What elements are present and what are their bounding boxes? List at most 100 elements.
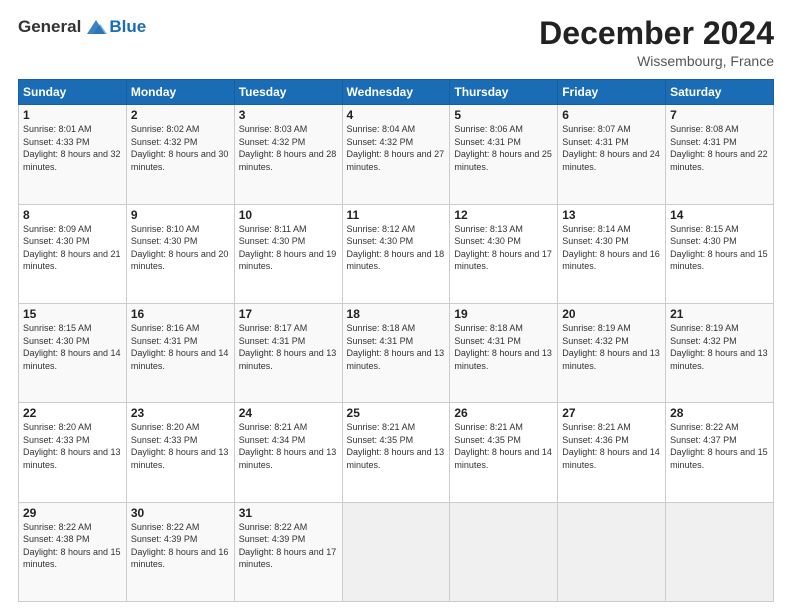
table-row	[342, 502, 450, 601]
table-row: 2 Sunrise: 8:02 AMSunset: 4:32 PMDaylight…	[126, 105, 234, 204]
logo: General Blue	[18, 16, 146, 38]
day-info: Sunrise: 8:15 AMSunset: 4:30 PMDaylight:…	[23, 323, 121, 371]
day-info: Sunrise: 8:08 AMSunset: 4:31 PMDaylight:…	[670, 124, 768, 172]
day-info: Sunrise: 8:22 AMSunset: 4:39 PMDaylight:…	[239, 522, 337, 570]
day-number: 29	[23, 506, 122, 520]
table-row: 18 Sunrise: 8:18 AMSunset: 4:31 PMDayligh…	[342, 303, 450, 402]
table-row: 11 Sunrise: 8:12 AMSunset: 4:30 PMDayligh…	[342, 204, 450, 303]
calendar-body: 1 Sunrise: 8:01 AMSunset: 4:33 PMDaylight…	[19, 105, 774, 602]
calendar-page: General Blue December 2024 Wissembourg, …	[0, 0, 792, 612]
calendar-week-4: 22 Sunrise: 8:20 AMSunset: 4:33 PMDayligh…	[19, 403, 774, 502]
table-row: 13 Sunrise: 8:14 AMSunset: 4:30 PMDayligh…	[558, 204, 666, 303]
day-number: 10	[239, 208, 338, 222]
day-info: Sunrise: 8:01 AMSunset: 4:33 PMDaylight:…	[23, 124, 121, 172]
col-friday: Friday	[558, 80, 666, 105]
header: General Blue December 2024 Wissembourg, …	[18, 16, 774, 69]
day-number: 14	[670, 208, 769, 222]
day-number: 19	[454, 307, 553, 321]
day-info: Sunrise: 8:21 AMSunset: 4:36 PMDaylight:…	[562, 422, 660, 470]
day-number: 2	[131, 108, 230, 122]
day-number: 22	[23, 406, 122, 420]
day-info: Sunrise: 8:21 AMSunset: 4:35 PMDaylight:…	[347, 422, 445, 470]
day-info: Sunrise: 8:22 AMSunset: 4:39 PMDaylight:…	[131, 522, 229, 570]
table-row: 20 Sunrise: 8:19 AMSunset: 4:32 PMDayligh…	[558, 303, 666, 402]
table-row: 4Sunrise: 8:04 AMSunset: 4:32 PMDaylight…	[342, 105, 450, 204]
day-number: 15	[23, 307, 122, 321]
day-info: Sunrise: 8:06 AMSunset: 4:31 PMDaylight:…	[454, 124, 552, 172]
day-number: 17	[239, 307, 338, 321]
table-row: 28Sunrise: 8:22 AMSunset: 4:37 PMDayligh…	[666, 403, 774, 502]
table-row: 7 Sunrise: 8:08 AMSunset: 4:31 PMDaylight…	[666, 105, 774, 204]
table-row	[666, 502, 774, 601]
day-info: Sunrise: 8:21 AMSunset: 4:35 PMDaylight:…	[454, 422, 552, 470]
day-number: 28	[670, 406, 769, 420]
day-number: 7	[670, 108, 769, 122]
day-info: Sunrise: 8:03 AMSunset: 4:32 PMDaylight:…	[239, 124, 337, 172]
day-number: 25	[347, 406, 446, 420]
table-row: 6Sunrise: 8:07 AMSunset: 4:31 PMDaylight…	[558, 105, 666, 204]
day-number: 31	[239, 506, 338, 520]
day-number: 26	[454, 406, 553, 420]
day-number: 18	[347, 307, 446, 321]
table-row: 9 Sunrise: 8:10 AMSunset: 4:30 PMDaylight…	[126, 204, 234, 303]
day-info: Sunrise: 8:09 AMSunset: 4:30 PMDaylight:…	[23, 224, 121, 272]
day-number: 9	[131, 208, 230, 222]
table-row: 12Sunrise: 8:13 AMSunset: 4:30 PMDayligh…	[450, 204, 558, 303]
day-number: 20	[562, 307, 661, 321]
day-number: 4	[347, 108, 446, 122]
day-number: 30	[131, 506, 230, 520]
day-number: 13	[562, 208, 661, 222]
table-row: 27 Sunrise: 8:21 AMSunset: 4:36 PMDayligh…	[558, 403, 666, 502]
header-row: Sunday Monday Tuesday Wednesday Thursday…	[19, 80, 774, 105]
day-number: 27	[562, 406, 661, 420]
table-row	[558, 502, 666, 601]
day-info: Sunrise: 8:07 AMSunset: 4:31 PMDaylight:…	[562, 124, 660, 172]
table-row: 8 Sunrise: 8:09 AMSunset: 4:30 PMDaylight…	[19, 204, 127, 303]
table-row: 14 Sunrise: 8:15 AMSunset: 4:30 PMDayligh…	[666, 204, 774, 303]
calendar-header: Sunday Monday Tuesday Wednesday Thursday…	[19, 80, 774, 105]
day-number: 12	[454, 208, 553, 222]
table-row: 16 Sunrise: 8:16 AMSunset: 4:31 PMDayligh…	[126, 303, 234, 402]
table-row: 17Sunrise: 8:17 AMSunset: 4:31 PMDayligh…	[234, 303, 342, 402]
col-thursday: Thursday	[450, 80, 558, 105]
day-info: Sunrise: 8:12 AMSunset: 4:30 PMDaylight:…	[347, 224, 445, 272]
table-row: 1 Sunrise: 8:01 AMSunset: 4:33 PMDaylight…	[19, 105, 127, 204]
table-row: 5Sunrise: 8:06 AMSunset: 4:31 PMDaylight…	[450, 105, 558, 204]
day-info: Sunrise: 8:20 AMSunset: 4:33 PMDaylight:…	[131, 422, 229, 470]
day-info: Sunrise: 8:19 AMSunset: 4:32 PMDaylight:…	[562, 323, 660, 371]
logo-blue: Blue	[109, 17, 146, 37]
table-row: 25 Sunrise: 8:21 AMSunset: 4:35 PMDayligh…	[342, 403, 450, 502]
day-number: 8	[23, 208, 122, 222]
day-number: 3	[239, 108, 338, 122]
day-info: Sunrise: 8:10 AMSunset: 4:30 PMDaylight:…	[131, 224, 229, 272]
table-row	[450, 502, 558, 601]
day-info: Sunrise: 8:18 AMSunset: 4:31 PMDaylight:…	[454, 323, 552, 371]
day-info: Sunrise: 8:21 AMSunset: 4:34 PMDaylight:…	[239, 422, 337, 470]
col-wednesday: Wednesday	[342, 80, 450, 105]
calendar-week-2: 8 Sunrise: 8:09 AMSunset: 4:30 PMDaylight…	[19, 204, 774, 303]
month-title: December 2024	[539, 16, 774, 51]
table-row: 10Sunrise: 8:11 AMSunset: 4:30 PMDayligh…	[234, 204, 342, 303]
day-number: 11	[347, 208, 446, 222]
day-info: Sunrise: 8:14 AMSunset: 4:30 PMDaylight:…	[562, 224, 660, 272]
calendar-table: Sunday Monday Tuesday Wednesday Thursday…	[18, 79, 774, 602]
table-row: 29 Sunrise: 8:22 AMSunset: 4:38 PMDayligh…	[19, 502, 127, 601]
day-number: 16	[131, 307, 230, 321]
day-info: Sunrise: 8:20 AMSunset: 4:33 PMDaylight:…	[23, 422, 121, 470]
day-number: 21	[670, 307, 769, 321]
day-info: Sunrise: 8:02 AMSunset: 4:32 PMDaylight:…	[131, 124, 229, 172]
table-row: 19 Sunrise: 8:18 AMSunset: 4:31 PMDayligh…	[450, 303, 558, 402]
day-number: 23	[131, 406, 230, 420]
day-info: Sunrise: 8:18 AMSunset: 4:31 PMDaylight:…	[347, 323, 445, 371]
day-info: Sunrise: 8:15 AMSunset: 4:30 PMDaylight:…	[670, 224, 768, 272]
logo-icon	[85, 16, 107, 38]
calendar-week-3: 15 Sunrise: 8:15 AMSunset: 4:30 PMDayligh…	[19, 303, 774, 402]
table-row: 31 Sunrise: 8:22 AMSunset: 4:39 PMDayligh…	[234, 502, 342, 601]
day-number: 1	[23, 108, 122, 122]
day-info: Sunrise: 8:16 AMSunset: 4:31 PMDaylight:…	[131, 323, 229, 371]
col-monday: Monday	[126, 80, 234, 105]
col-tuesday: Tuesday	[234, 80, 342, 105]
table-row: 21Sunrise: 8:19 AMSunset: 4:32 PMDayligh…	[666, 303, 774, 402]
day-info: Sunrise: 8:22 AMSunset: 4:38 PMDaylight:…	[23, 522, 121, 570]
table-row: 15 Sunrise: 8:15 AMSunset: 4:30 PMDayligh…	[19, 303, 127, 402]
